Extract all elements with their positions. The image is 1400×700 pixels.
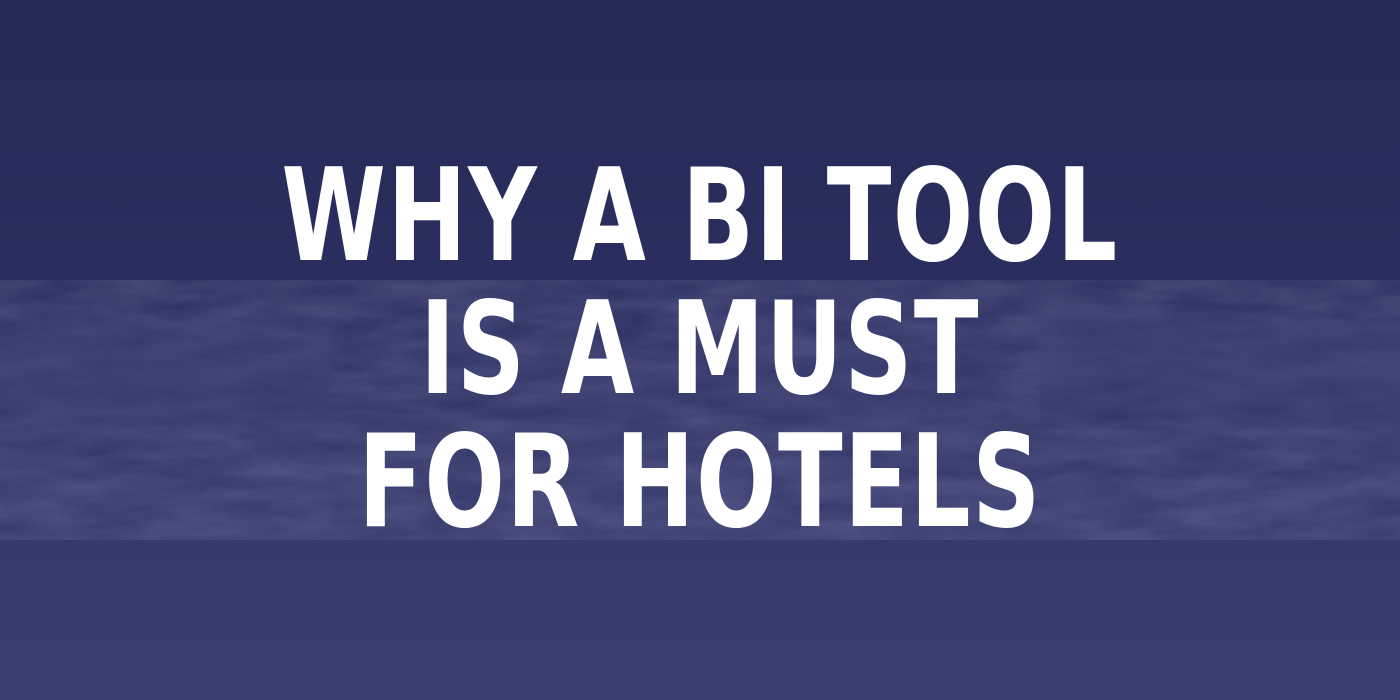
headline: WHY A BI TOOL IS A MUST FOR HOTELS — [0, 150, 1400, 549]
headline-line-3: FOR HOTELS — [358, 408, 1042, 557]
headline-line-2: IS A MUST — [419, 275, 981, 424]
headline-line-1: WHY A BI TOOL — [281, 142, 1119, 291]
hero-banner: WHY A BI TOOL IS A MUST FOR HOTELS — [0, 0, 1400, 700]
